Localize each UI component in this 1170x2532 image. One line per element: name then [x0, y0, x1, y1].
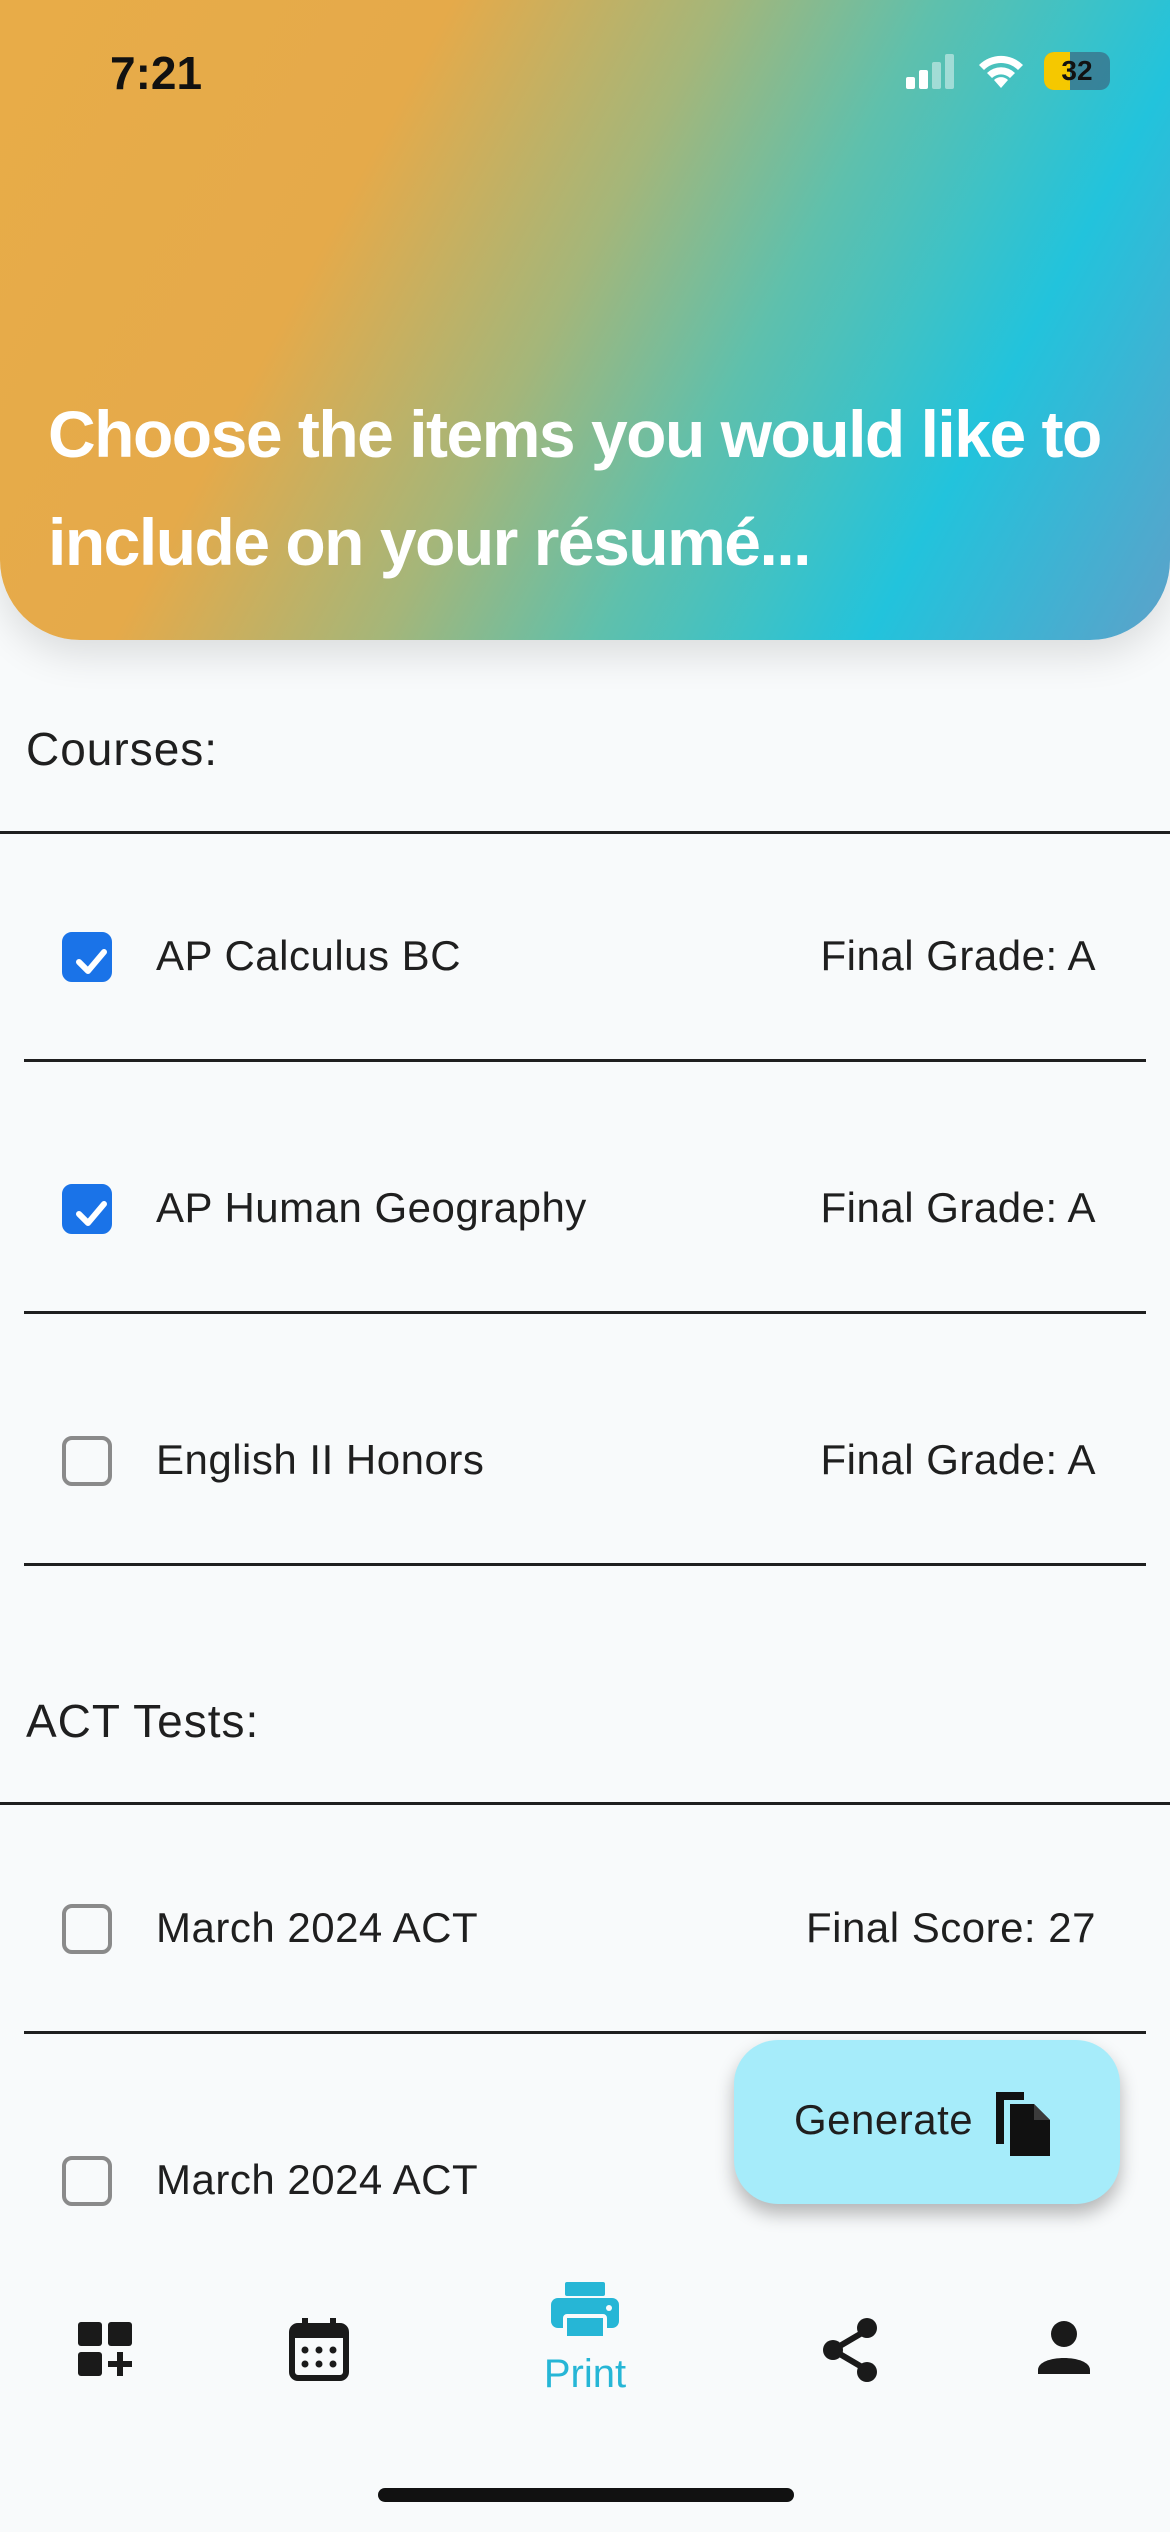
nav-profile[interactable] [1004, 2290, 1124, 2410]
divider [0, 1802, 1170, 1805]
battery-level: 32 [1061, 55, 1093, 86]
checkmark-icon [76, 949, 107, 974]
header-banner: 7:21 32 Choose the items you would like … [0, 0, 1170, 640]
course-grade: Final Grade: A [820, 1184, 1096, 1231]
checkbox-checked[interactable] [62, 932, 112, 982]
page-title: Choose the items you would like to inclu… [48, 397, 1102, 579]
generate-button-label: Generate [794, 2096, 974, 2143]
course-name: English II Honors [156, 1436, 485, 1483]
checkbox-unchecked[interactable] [62, 1904, 112, 1954]
checkbox-unchecked[interactable] [62, 1436, 112, 1486]
checkbox-checked[interactable] [62, 1184, 112, 1234]
test-score: Final Score: 27 [806, 1904, 1096, 1951]
test-name: March 2024 ACT [156, 2156, 479, 2203]
divider [24, 2031, 1146, 2034]
divider [24, 1059, 1146, 1062]
list-item[interactable]: English II Honors Final Grade: A [0, 1414, 1170, 1514]
act-section-label: ACT Tests: [26, 1695, 260, 1747]
dashboard-add-icon [78, 2322, 132, 2376]
nav-print-label: Print [543, 2352, 627, 2396]
list-item[interactable]: AP Human Geography Final Grade: A [0, 1162, 1170, 1262]
nav-share[interactable] [790, 2290, 910, 2410]
wifi-icon [979, 55, 1023, 88]
cellular-signal-icon [906, 54, 954, 89]
calendar-icon [289, 2318, 349, 2381]
checkmark-icon [76, 1201, 107, 1226]
status-time: 7:21 [110, 47, 203, 99]
course-grade: Final Grade: A [820, 1436, 1096, 1483]
status-icons: 32 [906, 52, 1110, 90]
checkbox-unchecked[interactable] [62, 2156, 112, 2206]
nav-calendar[interactable] [258, 2290, 378, 2410]
course-name: AP Human Geography [156, 1184, 587, 1231]
divider [24, 1311, 1146, 1314]
test-name: March 2024 ACT [156, 1904, 479, 1951]
divider [24, 1563, 1146, 1566]
home-indicator [378, 2488, 794, 2502]
share-icon [823, 2318, 877, 2382]
courses-section-label: Courses: [26, 723, 219, 775]
copy-document-icon [996, 2092, 1050, 2156]
battery-icon: 32 [1044, 52, 1110, 90]
list-item[interactable]: March 2024 ACT Final Score: 27 [0, 1882, 1170, 1982]
list-item[interactable]: AP Calculus BC Final Grade: A [0, 910, 1170, 1010]
printer-icon [551, 2282, 619, 2340]
nav-dashboard-add[interactable] [46, 2290, 166, 2410]
course-name: AP Calculus BC [156, 932, 462, 979]
course-grade: Final Grade: A [820, 932, 1096, 979]
generate-button[interactable]: Generate [734, 2040, 1120, 2204]
person-icon [1038, 2321, 1090, 2374]
divider [0, 831, 1170, 834]
